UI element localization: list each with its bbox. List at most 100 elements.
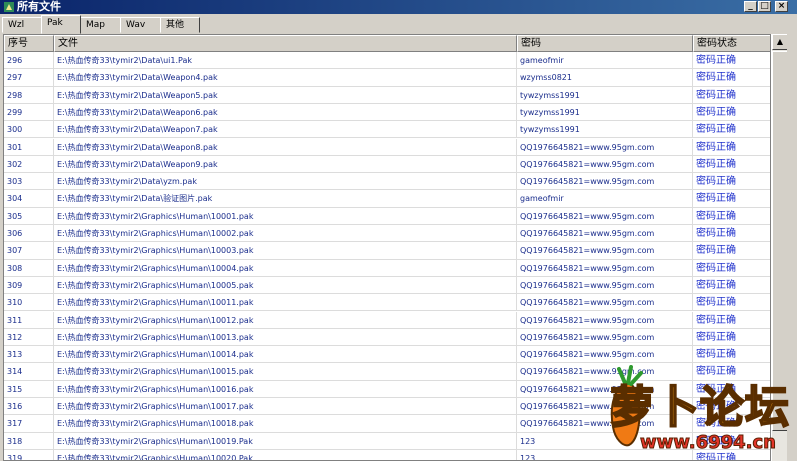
- table-row[interactable]: 302 E:\热血传奇33\tymir2\Data\Weapon9.pak QQ19…: [4, 155, 770, 174]
- tab-bar: Wzl Pak Map Wav 其他: [0, 14, 797, 34]
- table-row[interactable]: 299 E:\热血传奇33\tymir2\Data\Weapon6.pak tywz…: [4, 103, 770, 122]
- cell-index: 305: [4, 207, 54, 225]
- cell-status: 密码正确: [693, 139, 770, 156]
- cell-file: E:\热血传奇33\tymir2\Graphics\Human\10017.pa…: [54, 398, 517, 415]
- cell-file: E:\热血传奇33\tymir2\Graphics\Human\10019.Pa…: [54, 432, 517, 450]
- cell-index: 317: [4, 415, 54, 433]
- minimize-button[interactable]: _: [744, 1, 757, 12]
- cell-password: QQ1976645821=www.95gm.com: [517, 328, 693, 346]
- cell-password: QQ1976645821=www.95gm.com: [517, 138, 693, 156]
- cell-password: gameofmir: [517, 190, 693, 208]
- cell-file: E:\热血传奇33\tymir2\Graphics\Human\10018.pa…: [54, 415, 517, 433]
- tab-other[interactable]: 其他: [160, 17, 200, 33]
- tab-pak[interactable]: Pak: [41, 15, 81, 34]
- cell-file: E:\热血传奇33\tymir2\Graphics\Human\10013.pa…: [54, 328, 517, 346]
- cell-file: E:\热血传奇33\tymir2\Graphics\Human\10020.Pa…: [54, 449, 517, 460]
- cell-file: E:\热血传奇33\tymir2\Graphics\Human\10016.pa…: [54, 380, 517, 398]
- app-icon: [4, 2, 14, 12]
- cell-file: E:\热血传奇33\tymir2\Graphics\Human\10003.pa…: [54, 242, 517, 260]
- cell-file: E:\热血传奇33\tymir2\Data\Weapon6.pak: [54, 103, 517, 121]
- table-row[interactable]: 297 E:\热血传奇33\tymir2\Data\Weapon4.pak wzym…: [4, 69, 770, 87]
- cell-status: 密码正确: [693, 173, 770, 190]
- cell-index: 298: [4, 86, 54, 104]
- table-row[interactable]: 298 E:\热血传奇33\tymir2\Data\Weapon5.pak tywz…: [4, 86, 770, 104]
- cell-password: QQ1976645821=www.95gm.com: [517, 242, 693, 260]
- table-row[interactable]: 300 E:\热血传奇33\tymir2\Data\Weapon7.pak tywz…: [4, 121, 770, 139]
- watermark-url: www.6994.cn: [640, 432, 777, 454]
- cell-file: E:\热血传奇33\tymir2\Data\验证图片.pak: [54, 190, 517, 208]
- cell-file: E:\热血传奇33\tymir2\Data\Weapon8.pak: [54, 138, 517, 156]
- column-header-password[interactable]: 密码: [517, 35, 693, 52]
- cell-file: E:\热血传奇33\tymir2\Data\Weapon4.pak: [54, 69, 517, 87]
- cell-index: 314: [4, 363, 54, 381]
- close-button[interactable]: ×: [775, 1, 788, 12]
- table-row[interactable]: 311 E:\热血传奇33\tymir2\Graphics\Human\10012…: [4, 311, 770, 329]
- cell-index: 302: [4, 155, 54, 173]
- table-header: 序号 文件 密码 密码状态: [4, 35, 770, 52]
- cell-password: QQ1976645821=www.95gm.com: [517, 225, 693, 242]
- cell-index: 313: [4, 346, 54, 364]
- title-bar: 所有文件 _ □ ×: [0, 0, 797, 14]
- window-title: 所有文件: [17, 0, 61, 13]
- cell-index: 304: [4, 190, 54, 208]
- cell-file: E:\热血传奇33\tymir2\Graphics\Human\10005.pa…: [54, 276, 517, 294]
- column-header-file[interactable]: 文件: [54, 35, 517, 52]
- cell-index: 308: [4, 259, 54, 277]
- tab-wav[interactable]: Wav: [120, 17, 161, 33]
- cell-password: tywzymss1991: [517, 86, 693, 104]
- cell-index: 311: [4, 311, 54, 329]
- column-header-status[interactable]: 密码状态: [693, 35, 770, 52]
- column-header-index[interactable]: 序号: [4, 35, 54, 52]
- cell-password: wzymss0821: [517, 69, 693, 87]
- table-row[interactable]: 304 E:\热血传奇33\tymir2\Data\验证图片.pak gameofm…: [4, 190, 770, 208]
- cell-file: E:\热血传奇33\tymir2\Graphics\Human\10002.pa…: [54, 225, 517, 242]
- cell-password: QQ1976645821=www.95gm.com: [517, 155, 693, 173]
- cell-status: 密码正确: [693, 294, 770, 311]
- maximize-button[interactable]: □: [758, 1, 771, 12]
- cell-file: E:\热血传奇33\tymir2\Graphics\Human\10012.pa…: [54, 311, 517, 329]
- tab-map[interactable]: Map: [80, 17, 121, 33]
- table-row[interactable]: 306 E:\热血传奇33\tymir2\Graphics\Human\10002…: [4, 225, 770, 243]
- cell-index: 318: [4, 432, 54, 450]
- table-row[interactable]: 303 E:\热血传奇33\tymir2\Data\yzm.pak QQ197664…: [4, 173, 770, 191]
- cell-password: QQ1976645821=www.95gm.com: [517, 294, 693, 312]
- cell-file: E:\热血传奇33\tymir2\Data\ui1.Pak: [54, 52, 517, 69]
- table-row[interactable]: 296 E:\热血传奇33\tymir2\Data\ui1.Pak gameofmi…: [4, 52, 770, 70]
- table-row[interactable]: 313 E:\热血传奇33\tymir2\Graphics\Human\10014…: [4, 346, 770, 364]
- cell-password: QQ1976645821=www.95gm.com: [517, 259, 693, 277]
- cell-index: 309: [4, 276, 54, 294]
- cell-status: 密码正确: [693, 69, 770, 86]
- cell-index: 316: [4, 398, 54, 415]
- cell-index: 307: [4, 242, 54, 260]
- cell-status: 密码正确: [693, 346, 770, 363]
- tab-wzl[interactable]: Wzl: [2, 17, 42, 33]
- cell-index: 300: [4, 121, 54, 139]
- cell-index: 297: [4, 69, 54, 87]
- cell-password: tywzymss1991: [517, 121, 693, 139]
- cell-status: 密码正确: [693, 225, 770, 242]
- cell-password: QQ1976645821=www.95gm.com: [517, 346, 693, 364]
- cell-status: 密码正确: [693, 242, 770, 259]
- cell-password: QQ1976645821=www.95gm.com: [517, 276, 693, 294]
- table-row[interactable]: 308 E:\热血传奇33\tymir2\Graphics\Human\10004…: [4, 259, 770, 277]
- cell-index: 312: [4, 328, 54, 346]
- table-row[interactable]: 309 E:\热血传奇33\tymir2\Graphics\Human\10005…: [4, 276, 770, 295]
- table-row[interactable]: 312 E:\热血传奇33\tymir2\Graphics\Human\10013…: [4, 328, 770, 347]
- cell-status: 密码正确: [693, 329, 770, 346]
- cell-password: QQ1976645821=www.95gm.com: [517, 207, 693, 225]
- scroll-up-button[interactable]: ▲: [772, 34, 788, 50]
- cell-status: 密码正确: [693, 208, 770, 225]
- cell-index: 306: [4, 225, 54, 242]
- cell-index: 296: [4, 52, 54, 69]
- cell-index: 301: [4, 138, 54, 156]
- cell-password: QQ1976645821=www.95gm.com: [517, 173, 693, 191]
- table-row[interactable]: 301 E:\热血传奇33\tymir2\Data\Weapon8.pak QQ19…: [4, 138, 770, 156]
- table-row[interactable]: 307 E:\热血传奇33\tymir2\Graphics\Human\10003…: [4, 242, 770, 260]
- cell-status: 密码正确: [693, 190, 770, 207]
- cell-password: tywzymss1991: [517, 103, 693, 121]
- cell-file: E:\热血传奇33\tymir2\Graphics\Human\10001.pa…: [54, 207, 517, 225]
- cell-file: E:\热血传奇33\tymir2\Data\Weapon9.pak: [54, 155, 517, 173]
- table-row[interactable]: 305 E:\热血传奇33\tymir2\Graphics\Human\10001…: [4, 207, 770, 225]
- table-row[interactable]: 310 E:\热血传奇33\tymir2\Graphics\Human\10011…: [4, 294, 770, 312]
- cell-index: 303: [4, 173, 54, 191]
